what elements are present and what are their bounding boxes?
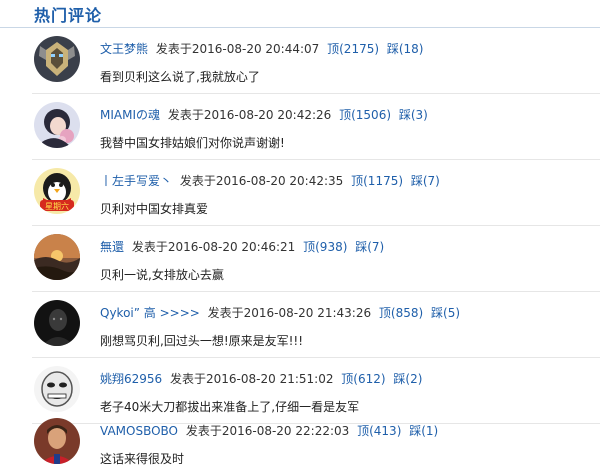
anime-girl-avatar-icon[interactable] (34, 102, 80, 148)
comment-text: 刚想骂贝利,回过头一想!原来是友军!!! (100, 334, 304, 348)
downvote-link[interactable]: 踩(7) (411, 174, 440, 188)
comment-meta: VAMOSBOBO 发表于2016-08-20 22:22:03 顶(413) … (100, 422, 442, 439)
downvote-link[interactable]: 踩(2) (393, 372, 422, 386)
comment-username[interactable]: 文王梦熊 (100, 42, 148, 56)
comment-meta: 無還 发表于2016-08-20 20:46:21 顶(938) 踩(7) (100, 238, 388, 255)
avatar-caption: 星期六 (45, 201, 69, 211)
comment-timestamp: 发表于2016-08-20 20:46:21 (131, 240, 296, 254)
comment-meta: 姚翔62956 发表于2016-08-20 21:51:02 顶(612) 踩(… (100, 370, 426, 387)
comment-item: MIAMIの魂 发表于2016-08-20 20:42:26 顶(1506) 踩… (0, 94, 600, 160)
comment-username[interactable]: MIAMIの魂 (100, 108, 160, 122)
comment-meta: 文王梦熊 发表于2016-08-20 20:44:07 顶(2175) 踩(18… (100, 40, 428, 57)
comment-username[interactable]: 丨左手写爱丶 (100, 174, 172, 188)
downvote-link[interactable]: 踩(7) (355, 240, 384, 254)
sunset-avatar-icon[interactable] (34, 234, 80, 280)
dark-portrait-avatar-icon[interactable] (34, 300, 80, 346)
upvote-link[interactable]: 顶(612) (341, 372, 385, 386)
downvote-link[interactable]: 踩(5) (431, 306, 460, 320)
comment-meta: 丨左手写爱丶 发表于2016-08-20 20:42:35 顶(1175) 踩(… (100, 172, 444, 189)
comment-username[interactable]: Qykoi” 高 >>>> (100, 306, 200, 320)
comment-timestamp: 发表于2016-08-20 20:42:35 (179, 174, 344, 188)
comment-meta: Qykoi” 高 >>>> 发表于2016-08-20 21:43:26 顶(8… (100, 304, 464, 321)
comment-username[interactable]: 無還 (100, 240, 124, 254)
comment-item: Qykoi” 高 >>>> 发表于2016-08-20 21:43:26 顶(8… (0, 292, 600, 358)
comment-timestamp: 发表于2016-08-20 21:51:02 (170, 372, 334, 386)
comment-text: 我替中国女排姑娘们对你说声谢谢! (100, 136, 285, 150)
upvote-link[interactable]: 顶(2175) (327, 42, 379, 56)
upvote-link[interactable]: 顶(1175) (351, 174, 403, 188)
comment-text: 这话来得很及时 (100, 452, 185, 466)
upvote-link[interactable]: 顶(1506) (339, 108, 391, 122)
comment-item: 星期六 丨左手写爱丶 发表于2016-08-20 20:42:35 顶(1175… (0, 160, 600, 226)
comment-timestamp: 发表于2016-08-20 20:44:07 (155, 42, 320, 56)
comment-text: 贝利一说,女排放心去赢 (100, 268, 224, 282)
footballer-avatar-icon[interactable] (34, 418, 80, 464)
robot-avatar-icon[interactable] (34, 36, 80, 82)
comment-timestamp: 发表于2016-08-20 21:43:26 (207, 306, 372, 320)
downvote-link[interactable]: 踩(3) (399, 108, 428, 122)
comment-item: 無還 发表于2016-08-20 20:46:21 顶(938) 踩(7) 贝利… (0, 226, 600, 292)
comments-header: 热门评论 (0, 0, 600, 28)
comment-item: VAMOSBOBO 发表于2016-08-20 22:22:03 顶(413) … (0, 410, 600, 476)
comment-item: 文王梦熊 发表于2016-08-20 20:44:07 顶(2175) 踩(18… (0, 28, 600, 94)
comment-timestamp: 发表于2016-08-20 22:22:03 (185, 424, 350, 438)
comment-text: 贝利对中国女排真爱 (100, 202, 209, 216)
comment-username[interactable]: 姚翔62956 (100, 372, 162, 386)
comment-meta: MIAMIの魂 发表于2016-08-20 20:42:26 顶(1506) 踩… (100, 106, 432, 123)
upvote-link[interactable]: 顶(858) (379, 306, 423, 320)
comment-username[interactable]: VAMOSBOBO (100, 424, 178, 438)
downvote-link[interactable]: 踩(18) (387, 42, 424, 56)
section-title: 热门评论 (34, 6, 103, 25)
penguin-avatar-icon[interactable]: 星期六 (34, 168, 80, 214)
upvote-link[interactable]: 顶(413) (357, 424, 401, 438)
upvote-link[interactable]: 顶(938) (303, 240, 347, 254)
downvote-link[interactable]: 踩(1) (409, 424, 438, 438)
meme-face-avatar-icon[interactable] (34, 366, 80, 412)
comment-timestamp: 发表于2016-08-20 20:42:26 (167, 108, 332, 122)
comment-text: 看到贝利这么说了,我就放心了 (100, 70, 260, 84)
